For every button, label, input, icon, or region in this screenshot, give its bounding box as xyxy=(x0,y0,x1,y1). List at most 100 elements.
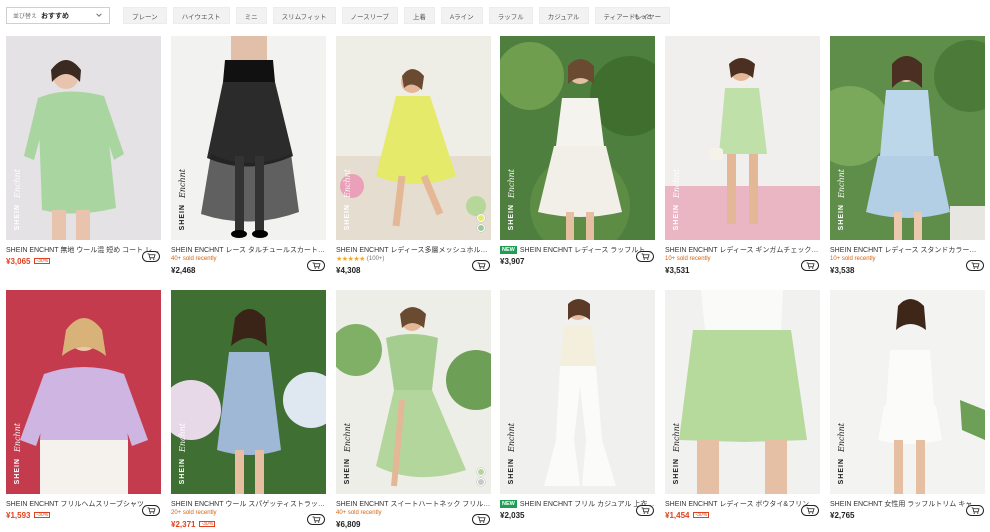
color-swatch[interactable] xyxy=(477,478,485,486)
filter-chip[interactable]: カジュアル xyxy=(538,7,589,24)
filter-chip[interactable]: 上着 xyxy=(403,7,435,24)
model-figure xyxy=(171,290,326,494)
more-filters-link[interactable]: もっと xyxy=(634,12,652,21)
filter-chip[interactable]: ティアードレイヤー xyxy=(594,7,671,24)
color-swatches[interactable] xyxy=(477,468,485,486)
cart-icon xyxy=(477,516,486,523)
product-card[interactable]: Enchnt SHEIN SHEIN ENCHNT 女性用 ラッフルトリム キャ… xyxy=(830,290,985,521)
add-to-cart-button[interactable] xyxy=(801,505,819,516)
product-card[interactable]: Enchnt SHEIN SHEIN ENCHNT レディース スタンドカラー…… xyxy=(830,36,985,276)
color-swatch[interactable] xyxy=(477,468,485,476)
add-to-cart-button[interactable] xyxy=(636,505,654,516)
cart-icon xyxy=(312,262,321,269)
brand-watermark: Enchnt SHEIN xyxy=(506,422,516,484)
brand-watermark: Enchnt SHEIN xyxy=(671,422,681,484)
model-figure xyxy=(6,290,161,494)
add-to-cart-button[interactable] xyxy=(966,260,984,271)
cart-icon xyxy=(147,507,156,514)
product-image[interactable]: Enchnt SHEIN xyxy=(500,36,655,240)
product-image[interactable]: Enchnt SHEIN xyxy=(171,290,326,494)
sort-select[interactable]: 並び替え おすすめ xyxy=(6,7,110,24)
add-to-cart-button[interactable] xyxy=(636,251,654,262)
filter-chip[interactable]: ミニ xyxy=(235,7,267,24)
cart-icon xyxy=(641,507,650,514)
product-title[interactable]: SHEIN ENCHNT レディース スタンドカラー… xyxy=(830,245,976,255)
product-title[interactable]: SHEIN ENCHNT フリル カジュアル 上衣… xyxy=(520,499,655,509)
product-image[interactable]: Enchnt SHEIN xyxy=(6,36,161,240)
filter-chip[interactable]: プレーン xyxy=(123,7,167,24)
product-rating: ★★★★★ (100+) xyxy=(336,255,491,264)
product-image[interactable]: Enchnt SHEIN xyxy=(830,36,985,240)
product-card[interactable]: Enchnt SHEIN SHEIN ENCHNT レディース ボウタイ&フリン… xyxy=(665,290,820,521)
discount-badge: -30% xyxy=(199,521,216,527)
product-card[interactable]: Enchnt SHEIN SHEIN ENCHNT レース タルチュールスカート… xyxy=(171,36,326,276)
brand-watermark: Enchnt SHEIN xyxy=(342,422,352,484)
cart-icon xyxy=(971,507,980,514)
brand-watermark: Enchnt SHEIN xyxy=(671,168,681,230)
add-to-cart-button[interactable] xyxy=(801,260,819,271)
add-to-cart-button[interactable] xyxy=(472,260,490,271)
color-swatch[interactable] xyxy=(477,224,485,232)
product-title[interactable]: SHEIN ENCHNT レディース ギンガムチェック… xyxy=(665,245,818,255)
product-title[interactable]: SHEIN ENCHNT レース タルチュールスカート… xyxy=(171,245,325,255)
filter-chip[interactable]: ラッフル xyxy=(488,7,533,24)
cart-icon xyxy=(806,507,815,514)
filter-chip[interactable]: ノースリーブ xyxy=(341,7,398,24)
product-image[interactable]: Enchnt SHEIN xyxy=(336,36,491,240)
model-figure xyxy=(830,36,985,240)
brand-watermark: Enchnt SHEIN xyxy=(836,168,846,230)
product-card[interactable]: Enchnt SHEIN SHEIN ENCHNT スイートハートネック フリル… xyxy=(336,290,491,530)
sold-recently-label: 10+ sold recently xyxy=(830,256,876,262)
color-swatch[interactable] xyxy=(477,214,485,222)
new-badge: NEW xyxy=(500,499,517,508)
sold-recently-label: 40+ sold recently xyxy=(336,510,382,516)
product-image[interactable]: Enchnt SHEIN xyxy=(665,36,820,240)
model-figure xyxy=(500,36,655,240)
product-image[interactable]: Enchnt SHEIN xyxy=(665,290,820,494)
product-card[interactable]: Enchnt SHEIN SHEIN ENCHNT ウール スパゲッティストラッ… xyxy=(171,290,326,530)
cart-icon xyxy=(641,253,650,260)
product-card[interactable]: Enchnt SHEIN SHEIN ENCHNT フリルヘムスリーブシャツ ¥… xyxy=(6,290,161,521)
discount-badge: -30% xyxy=(34,512,51,518)
product-title[interactable]: SHEIN ENCHNT レディース ラッフルト… xyxy=(520,245,652,255)
brand-watermark: Enchnt SHEIN xyxy=(177,422,187,484)
product-title[interactable]: SHEIN ENCHNT 無地 ウール混 短め コート レ… xyxy=(6,245,159,255)
product-image[interactable]: Enchnt SHEIN xyxy=(171,36,326,240)
add-to-cart-button[interactable] xyxy=(307,514,325,525)
product-title[interactable]: SHEIN ENCHNT 女性用 ラッフルトリム キャ… xyxy=(830,499,979,509)
product-price: ¥3,907 xyxy=(500,256,525,266)
product-price: ¥3,538 xyxy=(830,265,855,275)
product-card[interactable]: Enchnt SHEIN SHEIN ENCHNT レディース ギンガムチェック… xyxy=(665,36,820,276)
product-title[interactable]: SHEIN ENCHNT レディース ボウタイ&フリン… xyxy=(665,499,816,509)
product-image[interactable]: Enchnt SHEIN xyxy=(6,290,161,494)
product-card[interactable]: Enchnt SHEIN NEW SHEIN ENCHNT フリル カジュアル … xyxy=(500,290,655,521)
model-figure xyxy=(500,290,655,494)
product-title[interactable]: SHEIN ENCHNT スイートハートネック フリル… xyxy=(336,499,490,509)
product-image[interactable]: Enchnt SHEIN xyxy=(336,290,491,494)
product-title[interactable]: SHEIN ENCHNT ウール スパゲッティストラップ… xyxy=(171,499,326,509)
filter-bar: 並び替え おすすめ プレーン ハイウエスト ミニ スリムフィット ノースリーブ … xyxy=(0,0,990,30)
add-to-cart-button[interactable] xyxy=(966,505,984,516)
color-swatches[interactable] xyxy=(477,214,485,232)
add-to-cart-button[interactable] xyxy=(472,514,490,525)
product-image[interactable]: Enchnt SHEIN xyxy=(500,290,655,494)
product-price: ¥2,765 xyxy=(830,510,855,520)
brand-watermark: Enchnt SHEIN xyxy=(836,422,846,484)
filter-chip[interactable]: Aライン xyxy=(440,7,483,24)
model-figure xyxy=(6,36,161,240)
product-image[interactable]: Enchnt SHEIN xyxy=(830,290,985,494)
product-price: ¥2,035 xyxy=(500,510,525,520)
product-title[interactable]: SHEIN ENCHNT フリルヘムスリーブシャツ xyxy=(6,499,144,509)
add-to-cart-button[interactable] xyxy=(142,505,160,516)
model-figure xyxy=(830,290,985,494)
add-to-cart-button[interactable] xyxy=(142,251,160,262)
product-card[interactable]: Enchnt SHEIN SHEIN ENCHNT レディース多層メッシュホル…… xyxy=(336,36,491,276)
product-card[interactable]: Enchnt SHEIN SHEIN ENCHNT 無地 ウール混 短め コート… xyxy=(6,36,161,267)
discount-badge: -30% xyxy=(693,512,710,518)
product-title[interactable]: SHEIN ENCHNT レディース多層メッシュホル… xyxy=(336,245,487,255)
add-to-cart-button[interactable] xyxy=(307,260,325,271)
filter-chip[interactable]: スリムフィット xyxy=(272,7,336,24)
new-badge: NEW xyxy=(500,245,517,254)
product-card[interactable]: Enchnt SHEIN NEW SHEIN ENCHNT レディース ラッフル… xyxy=(500,36,655,267)
filter-chip[interactable]: ハイウエスト xyxy=(172,7,230,24)
